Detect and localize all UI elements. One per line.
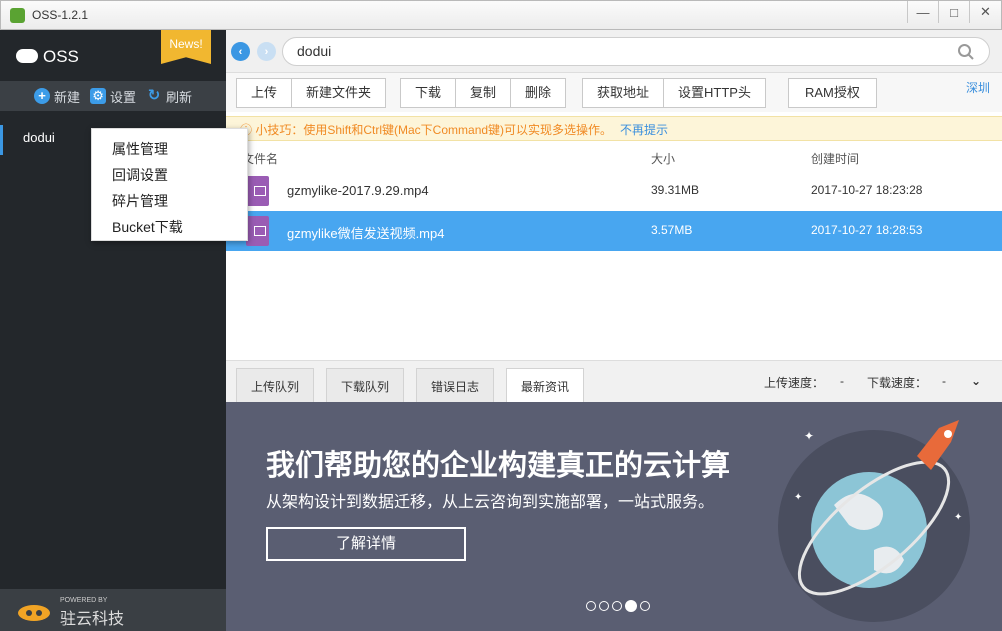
- bucket-context-menu: 属性管理 回调设置 碎片管理 Bucket下载: [91, 128, 248, 241]
- collapse-chevron-icon[interactable]: ⌄: [971, 374, 981, 388]
- toolbar-group-1: 上传 新建文件夹: [236, 78, 387, 108]
- window-title: OSS-1.2.1: [32, 8, 89, 22]
- maximize-button[interactable]: □: [938, 1, 969, 23]
- slide-indicator: [586, 600, 650, 612]
- new-folder-button[interactable]: 新建文件夹: [292, 79, 385, 107]
- slide-dot[interactable]: [599, 601, 609, 611]
- refresh-icon: ↻: [147, 87, 161, 104]
- file-created: 2017-10-27 18:28:53: [811, 223, 923, 237]
- cloud-logo-icon: [16, 49, 38, 63]
- new-bucket-button[interactable]: + 新建: [34, 87, 80, 106]
- svg-text:✦: ✦: [954, 512, 962, 523]
- path-input[interactable]: dodui: [282, 37, 990, 66]
- upload-speed-value: -: [840, 374, 844, 388]
- path-text: dodui: [297, 43, 332, 59]
- forward-button[interactable]: ›: [257, 42, 276, 61]
- close-button[interactable]: ✕: [969, 1, 1001, 23]
- toolbar-group-3: 获取地址 设置HTTP头: [582, 78, 766, 108]
- toolbar: 上传 新建文件夹 下载 复制 删除 获取地址 设置HTTP头 RAM授权 深圳: [226, 73, 1002, 112]
- refresh-label: 刷新: [166, 89, 193, 105]
- address-bar: ‹ › dodui: [226, 30, 1002, 73]
- menu-item-fragments[interactable]: 碎片管理: [92, 191, 247, 217]
- bottom-tabs: 上传队列 下载队列 错误日志 最新资讯 上传速度： - 下载速度： - ⌄: [226, 360, 1002, 403]
- back-button[interactable]: ‹: [231, 42, 250, 61]
- download-speed-value: -: [942, 374, 946, 388]
- brand-cloud-icon: [18, 605, 50, 621]
- upload-button[interactable]: 上传: [237, 79, 293, 107]
- menu-item-properties[interactable]: 属性管理: [92, 139, 247, 165]
- copy-button[interactable]: 复制: [456, 79, 512, 107]
- sidebar-header: OSS News!: [0, 30, 226, 81]
- table-row[interactable]: gzmylike微信发送视频.mp4 3.57MB 2017-10-27 18:…: [226, 211, 1002, 251]
- gear-icon: ⚙: [90, 88, 107, 104]
- video-file-icon: [246, 216, 269, 246]
- plus-circle-icon: +: [34, 88, 50, 104]
- slide-dot[interactable]: [586, 601, 596, 611]
- column-header-size[interactable]: 大小: [651, 150, 675, 167]
- download-speed-label: 下载速度：: [867, 376, 928, 390]
- settings-label: 设置: [110, 89, 137, 105]
- file-size: 3.57MB: [651, 223, 693, 237]
- sidebar-footer: POWERED BY 驻云科技: [0, 589, 226, 631]
- table-row[interactable]: gzmylike-2017.9.29.mp4 39.31MB 2017-10-2…: [226, 171, 1002, 211]
- file-name: gzmylike微信发送视频.mp4: [287, 226, 445, 241]
- banner-headline: 我们帮助您的企业构建真正的云计算: [266, 450, 731, 482]
- brand-name: 驻云科技: [60, 611, 125, 628]
- menu-item-callback[interactable]: 回调设置: [92, 165, 247, 191]
- get-url-button[interactable]: 获取地址: [583, 79, 665, 107]
- title-bar: OSS-1.2.1 — □ ✕: [0, 0, 1002, 30]
- slide-dot-active[interactable]: [625, 600, 637, 612]
- file-name: gzmylike-2017.9.29.mp4: [287, 183, 429, 198]
- tab-latest-news[interactable]: 最新资讯: [506, 368, 585, 403]
- app-logo-icon: [10, 8, 25, 23]
- tab-error-log[interactable]: 错误日志: [416, 368, 495, 403]
- tab-upload-queue[interactable]: 上传队列: [236, 368, 315, 403]
- tip-text: 小技巧：使用Shift和Ctrl键(Mac下Command键)可以实现多选操作。: [255, 123, 613, 137]
- dismiss-tip-link[interactable]: 不再提示: [620, 123, 668, 137]
- sidebar: OSS News! + 新建 ⚙ 设置 ↻ 刷新 dodui POWERED B…: [0, 30, 226, 631]
- powered-by-label: POWERED BY: [60, 597, 108, 604]
- banner-subline: 从架构设计到数据迁移，从上云咨询到实施部署，一站式服务。: [266, 494, 715, 511]
- tip-banner: ⓘ 小技巧：使用Shift和Ctrl键(Mac下Command键)可以实现多选操…: [226, 116, 1002, 141]
- settings-button[interactable]: ⚙ 设置: [90, 87, 136, 106]
- tab-download-queue[interactable]: 下载队列: [326, 368, 405, 403]
- ram-auth-button[interactable]: RAM授权: [789, 79, 876, 107]
- news-banner: 我们帮助您的企业构建真正的云计算 从架构设计到数据迁移，从上云咨询到实施部署，一…: [226, 402, 1002, 631]
- column-header-created[interactable]: 创建时间: [811, 150, 859, 167]
- svg-text:✦: ✦: [804, 429, 814, 443]
- minimize-button[interactable]: —: [907, 1, 938, 23]
- learn-more-button[interactable]: 了解详情: [266, 527, 466, 561]
- toolbar-group-4: RAM授权: [788, 78, 877, 108]
- toolbar-group-2: 下载 复制 删除: [400, 78, 567, 108]
- file-created: 2017-10-27 18:23:28: [811, 183, 923, 197]
- sidebar-actions: + 新建 ⚙ 设置 ↻ 刷新: [0, 81, 226, 111]
- svg-text:✦: ✦: [794, 492, 802, 503]
- news-badge[interactable]: News!: [161, 30, 211, 64]
- set-http-header-button[interactable]: 设置HTTP头: [664, 79, 765, 107]
- new-bucket-label: 新建: [54, 89, 81, 105]
- search-icon[interactable]: [957, 43, 975, 61]
- delete-button[interactable]: 删除: [511, 79, 565, 107]
- slide-dot[interactable]: [640, 601, 650, 611]
- globe-rocket-illustration-icon: ✦ ✦ ✦: [778, 420, 970, 622]
- slide-dot[interactable]: [612, 601, 622, 611]
- download-button[interactable]: 下载: [401, 79, 457, 107]
- sidebar-logo: OSS: [43, 47, 79, 66]
- refresh-button[interactable]: ↻ 刷新: [146, 87, 192, 106]
- menu-item-bucket-download[interactable]: Bucket下载: [92, 217, 247, 243]
- upload-speed-label: 上传速度：: [764, 376, 825, 390]
- video-file-icon: [246, 176, 269, 206]
- region-link[interactable]: 深圳: [966, 79, 990, 96]
- file-size: 39.31MB: [651, 183, 700, 197]
